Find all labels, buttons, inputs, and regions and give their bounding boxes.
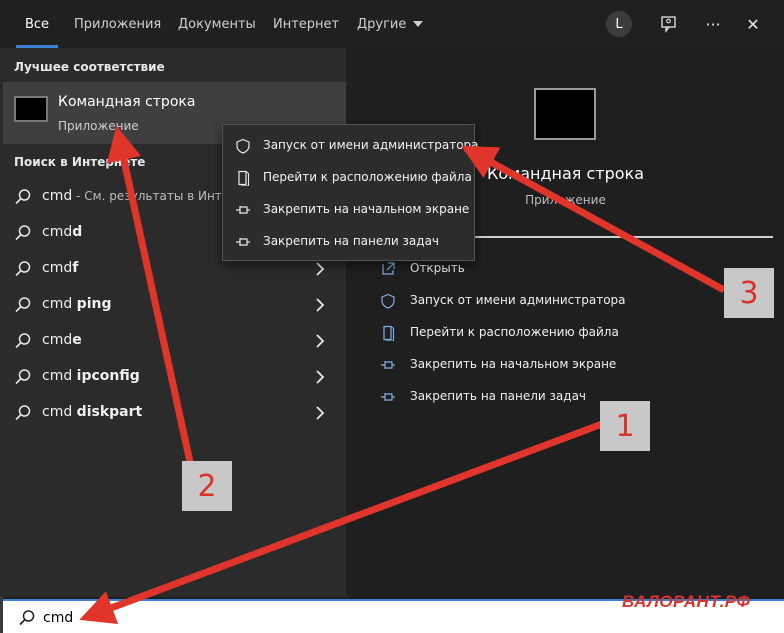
action-label: Закрепить на начальном экране [410,357,617,371]
list-item[interactable]: cmd diskpart [0,395,346,431]
search-icon [15,189,31,205]
list-item[interactable]: cmd ipconfig [0,359,346,395]
annotation-number: 3 [739,275,759,311]
menu-item-run-as-admin[interactable]: Запуск от имени администратора [223,129,479,161]
search-icon [19,610,35,626]
search-icon [15,297,31,313]
suggestion-text: cmd ping [42,296,112,312]
best-match-subtitle: Приложение [58,119,139,133]
action-label: Перейти к расположению файла [410,325,619,339]
chevron-down-icon [413,21,424,27]
chevron-right-icon[interactable] [313,261,327,277]
more-options-icon[interactable]: ··· [702,13,724,35]
annotation-badge-2: 2 [182,461,232,511]
open-icon [382,262,395,275]
suggestion-text: cmde [42,332,82,348]
suggestion-text: cmd - См. результаты в Интер [42,188,237,204]
list-item[interactable]: cmde [0,323,346,359]
annotation-number: 1 [615,408,635,444]
tab-label: Все [24,16,50,32]
close-label: ✕ [746,14,760,34]
best-match-title: Командная строка [58,94,196,110]
search-icon [15,333,31,349]
tab-label: Интернет [273,16,340,32]
menu-item-label: Перейти к расположению файла [263,170,472,184]
tab-apps[interactable]: Приложения [74,0,161,48]
menu-item-open-file-location[interactable]: Перейти к расположению файла [223,161,474,193]
feedback-icon[interactable] [658,13,680,35]
search-icon [15,261,31,277]
best-match-heading: Лучшее соответствие [14,60,165,74]
chevron-right-icon[interactable] [313,369,327,385]
close-icon[interactable]: ✕ [742,13,764,35]
shield-icon [381,293,395,309]
suggestion-text: cmdf [42,260,79,276]
tab-documents[interactable]: Документы [178,0,256,48]
search-icon [15,225,31,241]
command-prompt-icon [14,96,48,122]
file-location-icon [383,325,395,341]
pin-icon [236,238,250,246]
annotation-badge-1: 1 [600,401,650,451]
pin-icon [236,206,250,214]
search-icon [15,405,31,421]
annotation-number: 2 [197,468,217,504]
more-options-label: ··· [705,14,721,34]
tab-label: Приложения [74,16,162,32]
chevron-right-icon[interactable] [313,333,327,349]
chevron-right-icon[interactable] [313,297,327,313]
suggestion-text: cmd diskpart [42,404,143,420]
menu-item-label: Закрепить на панели задач [263,234,440,248]
annotation-badge-3: 3 [724,268,774,318]
action-label: Закрепить на панели задач [410,389,587,403]
pin-icon [381,393,395,401]
avatar[interactable]: L [606,11,632,37]
tab-internet[interactable]: Интернет [273,0,339,48]
pin-icon [381,361,395,369]
top-tab-bar: Все Приложения Документы Интернет Другие… [0,0,784,48]
suggestion-text: cmdd [42,224,83,240]
list-item[interactable]: cmd ping [0,287,346,323]
web-search-heading: Поиск в Интернете [14,155,146,169]
tab-other[interactable]: Другие [357,0,424,48]
suggestion-text: cmd ipconfig [42,368,140,384]
avatar-letter: L [615,16,623,32]
file-location-icon [238,170,250,186]
chevron-right-icon[interactable] [313,405,327,421]
action-label: Открыть [410,261,465,275]
search-input[interactable] [43,607,603,629]
context-menu: Запуск от имени администратора Перейти к… [222,124,479,261]
menu-item-pin-start[interactable]: Закрепить на начальном экране [223,193,474,225]
shield-icon [236,138,250,154]
action-label: Запуск от имени администратора [410,293,626,307]
menu-item-pin-taskbar[interactable]: Закрепить на панели задач [223,225,474,257]
menu-item-label: Запуск от имени администратора [263,138,479,152]
menu-item-label: Закрепить на начальном экране [263,202,470,216]
tab-all[interactable]: Все [16,0,58,48]
command-prompt-icon [534,88,596,140]
tab-label: Документы [178,16,256,32]
tab-label: Другие [357,16,407,32]
search-icon [15,369,31,385]
watermark: ВАЛОРАНТ.РФ [622,592,751,611]
